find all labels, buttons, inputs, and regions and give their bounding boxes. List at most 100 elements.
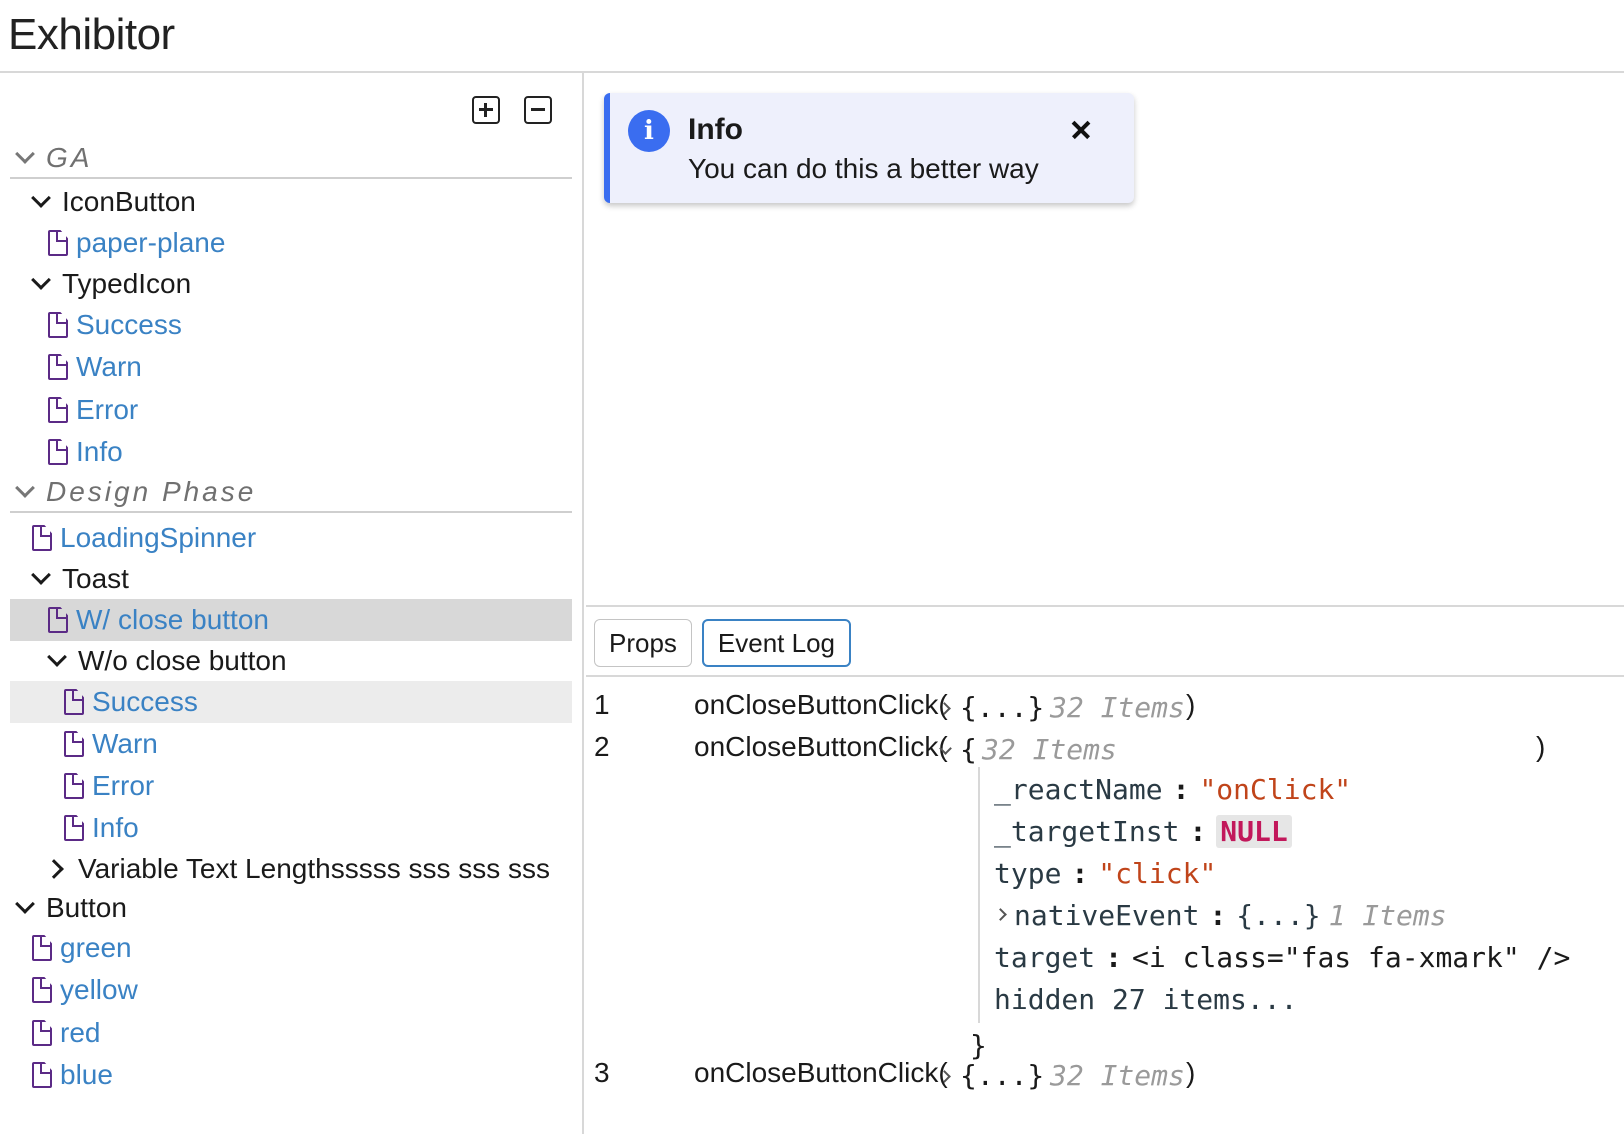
tree-group-label: Button xyxy=(46,892,127,923)
close-paren: ) xyxy=(1186,1057,1196,1088)
tree-guide-line xyxy=(978,767,980,1023)
info-icon: i xyxy=(628,110,670,152)
tree-item-wo-success[interactable]: Success xyxy=(10,681,572,723)
tree-group-label: Variable Text Lengthsssss sss sss sss xyxy=(78,853,551,884)
collapse-all-icon[interactable] xyxy=(524,96,552,124)
prop-value: <i class="fas fa-xmark" /> xyxy=(1132,941,1571,974)
prop-row: target: <i class="fas fa-xmark" /> xyxy=(994,941,1571,974)
tree-item-loading-spinner[interactable]: LoadingSpinner xyxy=(10,517,572,559)
tree-item-label: Error xyxy=(76,394,139,425)
file-icon xyxy=(48,354,68,380)
close-icon[interactable] xyxy=(1066,115,1096,145)
chevron-right-icon[interactable] xyxy=(938,1069,952,1083)
tree-item-typedicon-success[interactable]: Success xyxy=(10,304,572,346)
tab-event-log[interactable]: Event Log xyxy=(701,619,852,667)
tree-item-wo-error[interactable]: Error xyxy=(10,765,572,807)
prop-row: _targetInst: NULL xyxy=(994,815,1292,855)
inspector-panel: Props Event Log 1 onCloseButtonClick( {.… xyxy=(586,605,1624,1134)
items-count: 1 Items xyxy=(1328,899,1447,932)
file-icon xyxy=(32,935,52,961)
chevron-down-icon[interactable] xyxy=(938,743,952,757)
tree-item-typedicon-warn[interactable]: Warn xyxy=(10,346,572,388)
prop-value: "onClick" xyxy=(1199,773,1352,806)
chevron-down-icon xyxy=(26,187,56,217)
file-icon xyxy=(64,689,84,715)
tree-group-variable-text[interactable]: Variable Text Lengthsssss sss sss sss xyxy=(10,848,572,890)
prop-row: _reactName: "onClick" xyxy=(994,773,1352,806)
object-open-brace[interactable]: { xyxy=(960,733,977,766)
tree-group-label: TypedIcon xyxy=(62,268,192,299)
file-icon xyxy=(48,312,68,338)
prop-key: target xyxy=(994,941,1096,974)
object-preview[interactable]: {...} xyxy=(960,1059,1044,1092)
close-paren: ) xyxy=(1186,689,1196,720)
log-function: onCloseButtonClick( xyxy=(694,689,948,720)
tree-group-iconbutton[interactable]: IconButton xyxy=(10,181,572,223)
tree-item-blue[interactable]: blue xyxy=(10,1054,572,1096)
object-preview[interactable]: {...} xyxy=(960,691,1044,724)
items-count: 32 Items xyxy=(1050,691,1185,724)
tree-group-label: IconButton xyxy=(62,186,196,217)
section-label: Design Phase xyxy=(46,476,257,507)
tree-item-label: paper-plane xyxy=(76,227,226,258)
log-index: 1 xyxy=(594,689,610,720)
file-icon xyxy=(32,525,52,551)
section-design-phase[interactable]: Design Phase xyxy=(10,473,572,513)
info-toast: i Info You can do this a better way xyxy=(604,93,1134,203)
log-function: onCloseButtonClick( xyxy=(694,731,948,762)
tree-item-label: Warn xyxy=(92,728,158,759)
tree-group-typedicon[interactable]: TypedIcon xyxy=(10,263,572,305)
tree-item-label: Success xyxy=(76,309,182,340)
expand-all-icon[interactable] xyxy=(472,96,500,124)
section-ga[interactable]: GA xyxy=(10,139,572,179)
event-log-row: 2 onCloseButtonClick( { 32 Items ) xyxy=(586,729,1624,771)
prop-value: "click" xyxy=(1098,857,1217,890)
hidden-items-label: hidden 27 items... xyxy=(994,983,1298,1016)
hidden-items[interactable]: hidden 27 items... xyxy=(994,983,1297,1023)
file-icon xyxy=(32,1020,52,1046)
tree-group-button[interactable]: Button xyxy=(10,887,572,929)
tree-item-yellow[interactable]: yellow xyxy=(10,969,572,1011)
app-title: Exhibitor xyxy=(8,10,175,59)
null-badge: NULL xyxy=(1216,815,1292,848)
tree-item-typedicon-info[interactable]: Info xyxy=(10,431,572,473)
tree-item-label: blue xyxy=(60,1059,113,1090)
tree-item-label: Info xyxy=(76,436,123,467)
tree-item-red[interactable]: red xyxy=(10,1012,572,1054)
chevron-down-icon xyxy=(10,477,40,507)
chevron-right-icon[interactable] xyxy=(938,701,952,715)
items-count: 32 Items xyxy=(982,733,1117,766)
event-log-row: 1 onCloseButtonClick( {...} 32 Items ) xyxy=(586,687,1624,729)
prop-value: {...} xyxy=(1236,899,1321,932)
tree-tools xyxy=(472,96,552,124)
tree-item-typedicon-error[interactable]: Error xyxy=(10,389,572,431)
tab-props[interactable]: Props xyxy=(594,619,692,667)
chevron-down-icon xyxy=(26,564,56,594)
chevron-down-icon xyxy=(10,893,40,923)
panel-tabs: Props Event Log xyxy=(594,619,852,667)
tree-item-with-close-button[interactable]: W/ close button xyxy=(10,599,572,641)
chevron-right-icon[interactable] xyxy=(994,907,1008,921)
tree-item-green[interactable]: green xyxy=(10,927,572,969)
file-icon xyxy=(48,439,68,465)
prop-row[interactable]: nativeEvent: {...} 1 Items xyxy=(994,899,1447,939)
file-icon xyxy=(64,815,84,841)
toast-message: You can do this a better way xyxy=(688,153,1039,184)
tree-group-toast[interactable]: Toast xyxy=(10,558,572,600)
file-icon xyxy=(48,397,68,423)
divider xyxy=(586,675,1624,677)
tree-item-label: LoadingSpinner xyxy=(60,522,257,553)
tree-item-label: Success xyxy=(92,686,198,717)
tree-item-wo-warn[interactable]: Warn xyxy=(10,723,572,765)
tree-group-label: Toast xyxy=(62,563,129,594)
tree-item-paper-plane[interactable]: paper-plane xyxy=(10,222,572,264)
tree-group-without-close-button[interactable]: W/o close button xyxy=(10,640,572,682)
prop-key: type xyxy=(994,857,1062,890)
tree-item-label: red xyxy=(60,1017,101,1048)
chevron-down-icon xyxy=(26,269,56,299)
tree-item-label: Info xyxy=(92,812,139,843)
file-icon xyxy=(32,1062,52,1088)
log-index: 2 xyxy=(594,731,610,762)
tree-item-label: Warn xyxy=(76,351,142,382)
tree-item-wo-info[interactable]: Info xyxy=(10,807,572,849)
